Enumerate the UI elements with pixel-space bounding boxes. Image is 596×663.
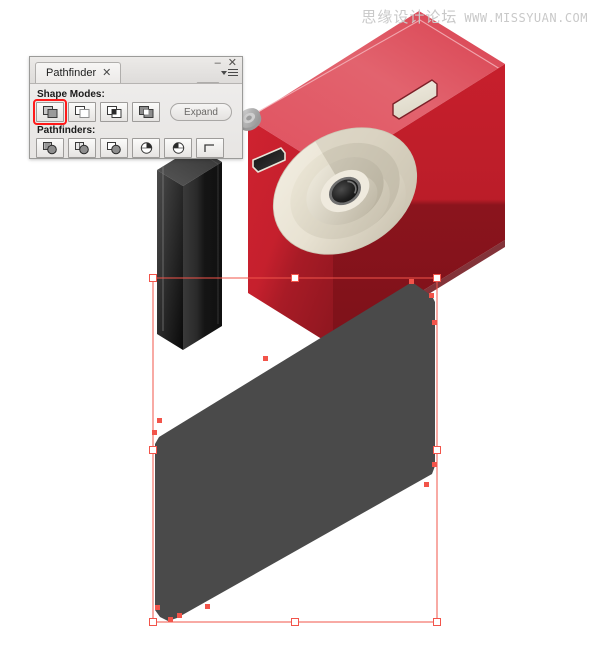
crop-button[interactable] [132,138,160,158]
close-icon[interactable]: ✕ [102,67,111,79]
unite-icon [42,106,57,118]
pathfinders-label: Pathfinders: [37,125,96,136]
trim-button[interactable] [68,138,96,158]
outline-icon [172,142,184,154]
watermark-url: WWW.MISSYUAN.COM [464,11,588,25]
intersect-button[interactable] [100,102,128,122]
panel-body: Shape Modes: Expand Pathfinders: [30,84,242,158]
exclude-button[interactable] [132,102,160,122]
trim-icon [74,142,89,155]
grip-front [183,162,222,350]
shape-modes-row: Expand [33,99,236,125]
merge-button[interactable] [100,138,128,158]
grip-left [157,170,183,350]
close-icon[interactable]: ✕ [228,58,237,69]
minus-front-button[interactable] [68,102,96,122]
outline-button[interactable] [164,138,192,158]
minimize-icon[interactable]: – [215,58,221,69]
divide-icon [42,142,57,155]
minus-back-button[interactable] [196,138,224,158]
watermark-chinese: 思缘设计论坛 [361,8,458,26]
expand-label: Expand [184,106,218,118]
expand-button[interactable]: Expand [170,103,232,121]
panel-titlebar[interactable]: Pathfinder ✕ – ✕ [30,57,242,84]
window-buttons[interactable]: – ✕ [215,58,237,69]
panel-menu-icon[interactable] [221,69,238,76]
camera-grip [157,146,222,350]
illustrator-screenshot: 思缘设计论坛 WWW.MISSYUAN.COM Pathfinder ✕ – ✕ [0,0,596,663]
crop-icon [140,142,152,154]
hamburger-icon [228,69,238,76]
merge-icon [106,142,121,155]
pathfinder-panel[interactable]: Pathfinder ✕ – ✕ Shape Modes: Expand Pat… [29,56,243,159]
chevron-down-icon [221,70,227,75]
tab-label: Pathfinder [46,67,97,79]
tab-pathfinder[interactable]: Pathfinder ✕ [35,62,122,83]
minus-back-icon [203,144,214,152]
pathfinders-row [36,138,236,158]
watermark: 思缘设计论坛 WWW.MISSYUAN.COM [361,6,588,27]
unite-button[interactable] [33,99,67,125]
exclude-icon [138,106,153,118]
divide-button[interactable] [36,138,64,158]
minus-front-icon [74,106,89,118]
intersect-icon [106,106,121,118]
shape-modes-label: Shape Modes: [37,89,105,100]
